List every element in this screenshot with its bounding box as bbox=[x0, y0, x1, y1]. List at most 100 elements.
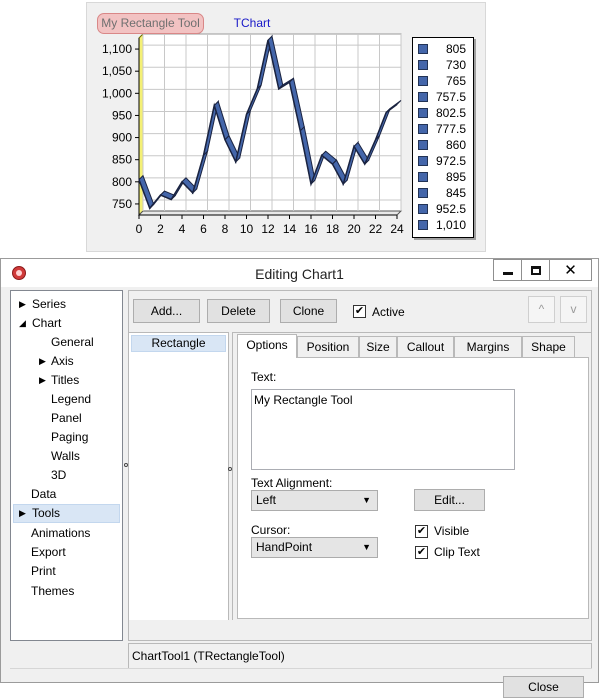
legend-swatch bbox=[418, 60, 428, 70]
x-tick-label: 12 bbox=[261, 222, 275, 236]
tree-item-animations[interactable]: Animations bbox=[31, 524, 90, 543]
close-icon: ✕ bbox=[564, 261, 577, 279]
footer-divider bbox=[10, 668, 592, 669]
chevron-down-icon: ▼ bbox=[362, 495, 371, 505]
x-tick-label: 18 bbox=[326, 222, 340, 236]
legend-item: 802.5 bbox=[413, 105, 473, 121]
tree-item-axis[interactable]: ▶ Axis bbox=[35, 352, 95, 371]
tools-list-item[interactable]: Rectangle bbox=[131, 335, 226, 352]
edit-format-button[interactable]: Edit... bbox=[414, 489, 485, 511]
tree-item-3d[interactable]: 3D bbox=[51, 466, 66, 485]
clip-text-checkbox[interactable]: ✔ bbox=[415, 546, 428, 559]
x-tick-label: 2 bbox=[157, 222, 164, 236]
tools-editor-pane: Add... Delete Clone ✔ Active ^ v Rectang… bbox=[124, 290, 592, 641]
text-alignment-label: Text Alignment: bbox=[251, 476, 333, 490]
move-up-button[interactable]: ^ bbox=[528, 296, 555, 323]
expand-arrow-icon[interactable]: ▶ bbox=[19, 505, 26, 522]
cursor-value: HandPoint bbox=[256, 540, 313, 554]
tab-margins[interactable]: Margins bbox=[454, 336, 522, 358]
tree-item-themes[interactable]: Themes bbox=[31, 582, 74, 601]
collapse-arrow-icon[interactable]: ◢ bbox=[19, 314, 26, 333]
expand-arrow-icon[interactable]: ▶ bbox=[19, 295, 26, 314]
tree-item-titles[interactable]: ▶ Titles bbox=[35, 371, 95, 390]
x-tick-label: 22 bbox=[369, 222, 383, 236]
delete-tool-button[interactable]: Delete bbox=[207, 299, 270, 323]
legend-swatch bbox=[418, 140, 428, 150]
x-tick-label: 0 bbox=[136, 222, 143, 236]
legend-swatch bbox=[418, 44, 428, 54]
text-alignment-dropdown[interactable]: Left ▼ bbox=[251, 490, 378, 511]
maximize-button[interactable] bbox=[521, 259, 549, 281]
editor-nav-tree[interactable]: ▶ Series ◢ Chart General ▶ Axis ▶ Titles Leg… bbox=[10, 290, 123, 641]
title-bar[interactable]: Editing Chart1 ✕ bbox=[1, 259, 598, 287]
cursor-label: Cursor: bbox=[251, 523, 291, 537]
tool-text-input[interactable]: My Rectangle Tool bbox=[251, 389, 515, 470]
tree-item-walls[interactable]: Walls bbox=[51, 447, 80, 466]
rectangle-tool-annotation[interactable]: My Rectangle Tool bbox=[97, 13, 204, 34]
tab-callout[interactable]: Callout bbox=[397, 336, 454, 358]
add-tool-button[interactable]: Add... bbox=[133, 299, 200, 323]
tree-item-chart[interactable]: ◢ Chart bbox=[15, 314, 115, 333]
y-tick-label: 1,100 bbox=[102, 42, 132, 56]
y-tick-label: 850 bbox=[112, 153, 132, 167]
expand-arrow-icon[interactable]: ▶ bbox=[39, 352, 46, 371]
x-tick-label: 20 bbox=[347, 222, 361, 236]
chevron-down-icon: ▼ bbox=[362, 542, 371, 552]
chart-preview[interactable]: 750 800 850 900 950 1,000 1,050 1,100 0 2 4 6 8 10 12 1… bbox=[86, 2, 486, 252]
y-tick-label: 750 bbox=[112, 197, 132, 211]
tree-item-print[interactable]: Print bbox=[31, 562, 56, 581]
status-bar: ChartTool1 (TRectangleTool) bbox=[128, 643, 592, 669]
tab-size[interactable]: Size bbox=[359, 336, 397, 358]
tree-item-data[interactable]: Data bbox=[31, 485, 56, 504]
tree-item-export[interactable]: Export bbox=[31, 543, 66, 562]
x-tick-label: 14 bbox=[283, 222, 297, 236]
legend-item: 1,010 bbox=[413, 217, 473, 233]
close-window-button[interactable]: ✕ bbox=[549, 259, 592, 281]
legend-swatch bbox=[418, 92, 428, 102]
tab-options[interactable]: Options bbox=[237, 334, 297, 358]
legend-item: 805 bbox=[413, 41, 473, 57]
move-down-button[interactable]: v bbox=[560, 296, 587, 323]
expand-arrow-icon[interactable]: ▶ bbox=[39, 371, 46, 390]
chart-floor bbox=[137, 210, 403, 216]
legend-swatch bbox=[418, 124, 428, 134]
chart-editor-dialog: Editing Chart1 ✕ ▶ Series ◢ Chart General … bbox=[0, 258, 599, 698]
tree-item-general[interactable]: General bbox=[51, 333, 94, 352]
visible-checkbox[interactable]: ✔ bbox=[415, 525, 428, 538]
tree-item-tools[interactable]: ▶ Tools bbox=[13, 504, 120, 523]
chart-legend: 805 730 765 757.5 802.5 777.5 860 972.5 … bbox=[412, 37, 474, 238]
options-tab-page: Text: My Rectangle Tool Text Alignment: … bbox=[237, 357, 589, 619]
legend-swatch bbox=[418, 188, 428, 198]
tree-item-panel[interactable]: Panel bbox=[51, 409, 82, 428]
legend-swatch bbox=[418, 220, 428, 230]
legend-item: 845 bbox=[413, 185, 473, 201]
x-tick-label: 6 bbox=[200, 222, 207, 236]
close-dialog-button[interactable]: Close bbox=[503, 676, 584, 698]
text-alignment-value: Left bbox=[256, 493, 277, 507]
legend-item: 952.5 bbox=[413, 201, 473, 217]
x-tick-label: 24 bbox=[390, 222, 404, 236]
legend-swatch bbox=[418, 172, 428, 182]
legend-item: 972.5 bbox=[413, 153, 473, 169]
x-tick-label: 8 bbox=[222, 222, 229, 236]
tab-position[interactable]: Position bbox=[297, 336, 359, 358]
legend-swatch bbox=[418, 204, 428, 214]
tab-shape[interactable]: Shape bbox=[522, 336, 575, 358]
tree-item-legend[interactable]: Legend bbox=[51, 390, 91, 409]
clone-tool-button[interactable]: Clone bbox=[280, 299, 337, 323]
tree-item-paging[interactable]: Paging bbox=[51, 428, 88, 447]
clip-text-label: Clip Text bbox=[434, 545, 480, 559]
legend-item: 730 bbox=[413, 57, 473, 73]
cursor-dropdown[interactable]: HandPoint ▼ bbox=[251, 537, 378, 558]
splitter-handle[interactable] bbox=[124, 463, 128, 467]
minimize-button[interactable] bbox=[493, 259, 521, 281]
y-tick-label: 900 bbox=[112, 131, 132, 145]
x-tick-label: 10 bbox=[240, 222, 254, 236]
active-checkbox[interactable]: ✔ bbox=[353, 305, 366, 318]
active-label: Active bbox=[372, 305, 405, 319]
y-tick-label: 800 bbox=[112, 175, 132, 189]
tools-list[interactable]: Rectangle bbox=[129, 332, 229, 620]
tree-item-series[interactable]: ▶ Series bbox=[15, 295, 115, 314]
legend-swatch bbox=[418, 108, 428, 118]
legend-item: 765 bbox=[413, 73, 473, 89]
